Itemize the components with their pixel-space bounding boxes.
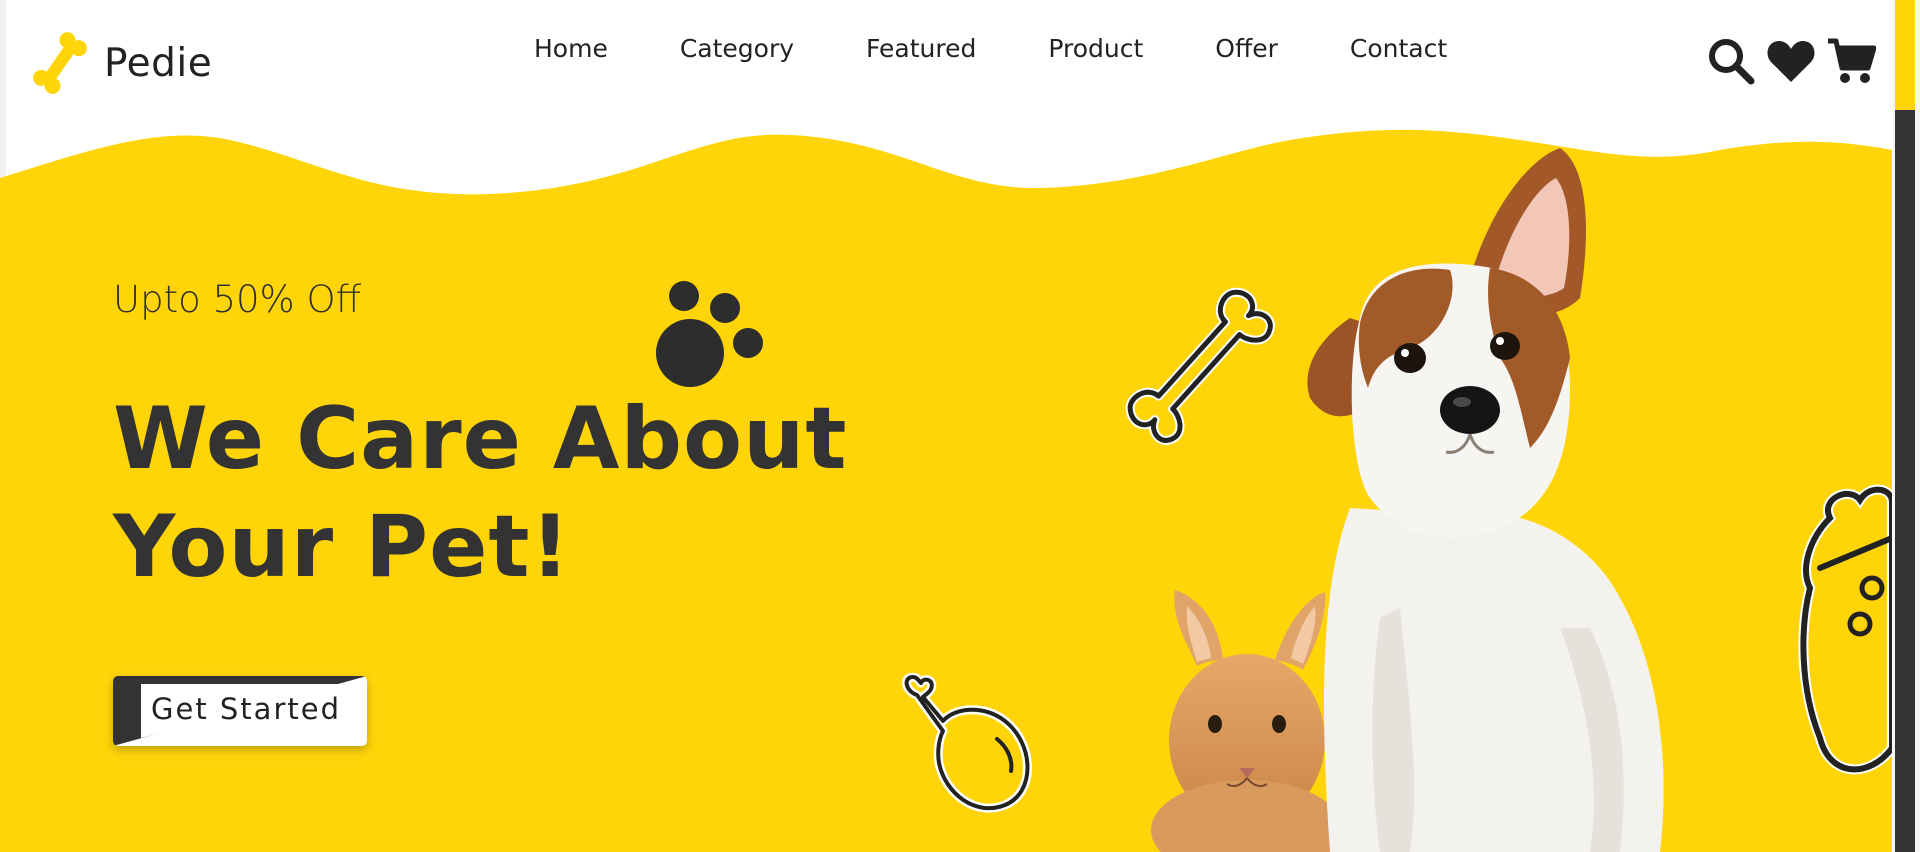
paw-print-icon xyxy=(656,281,763,387)
brand-name: Pedie xyxy=(104,40,213,86)
get-started-button[interactable]: Get Started xyxy=(113,676,367,746)
bone-logo-icon xyxy=(33,32,87,94)
heart-icon[interactable] xyxy=(1766,36,1816,86)
header-icons xyxy=(1706,36,1876,86)
search-icon[interactable] xyxy=(1706,36,1756,86)
logo[interactable]: Pedie xyxy=(30,28,212,98)
offer-text: Upto 50% Off xyxy=(113,278,362,321)
food-bowl-icon xyxy=(1798,484,1892,775)
headline-line-1: We Care About xyxy=(113,389,848,489)
dog-image xyxy=(1307,148,1664,852)
hero-headline: We Care About Your Pet! xyxy=(113,385,873,601)
get-started-label: Get Started xyxy=(151,692,341,726)
main-nav: Home Category Featured Product Offer Con… xyxy=(534,34,1447,63)
page: Pedie Home Category Featured Product Off… xyxy=(0,0,1892,852)
nav-item-category[interactable]: Category xyxy=(680,34,794,63)
headline-line-2: Your Pet! xyxy=(113,497,571,597)
scrollbar-top-segment xyxy=(1895,0,1915,110)
nav-item-product[interactable]: Product xyxy=(1048,34,1143,63)
cart-icon[interactable] xyxy=(1826,36,1876,86)
scrollbar-thumb[interactable] xyxy=(1895,110,1915,852)
nav-item-featured[interactable]: Featured xyxy=(866,34,976,63)
nav-item-contact[interactable]: Contact xyxy=(1350,34,1447,63)
chicken-leg-icon xyxy=(902,673,1032,813)
nav-item-offer[interactable]: Offer xyxy=(1215,34,1278,63)
site-header: Pedie Home Category Featured Product Off… xyxy=(0,0,1892,130)
nav-item-home[interactable]: Home xyxy=(534,34,608,63)
